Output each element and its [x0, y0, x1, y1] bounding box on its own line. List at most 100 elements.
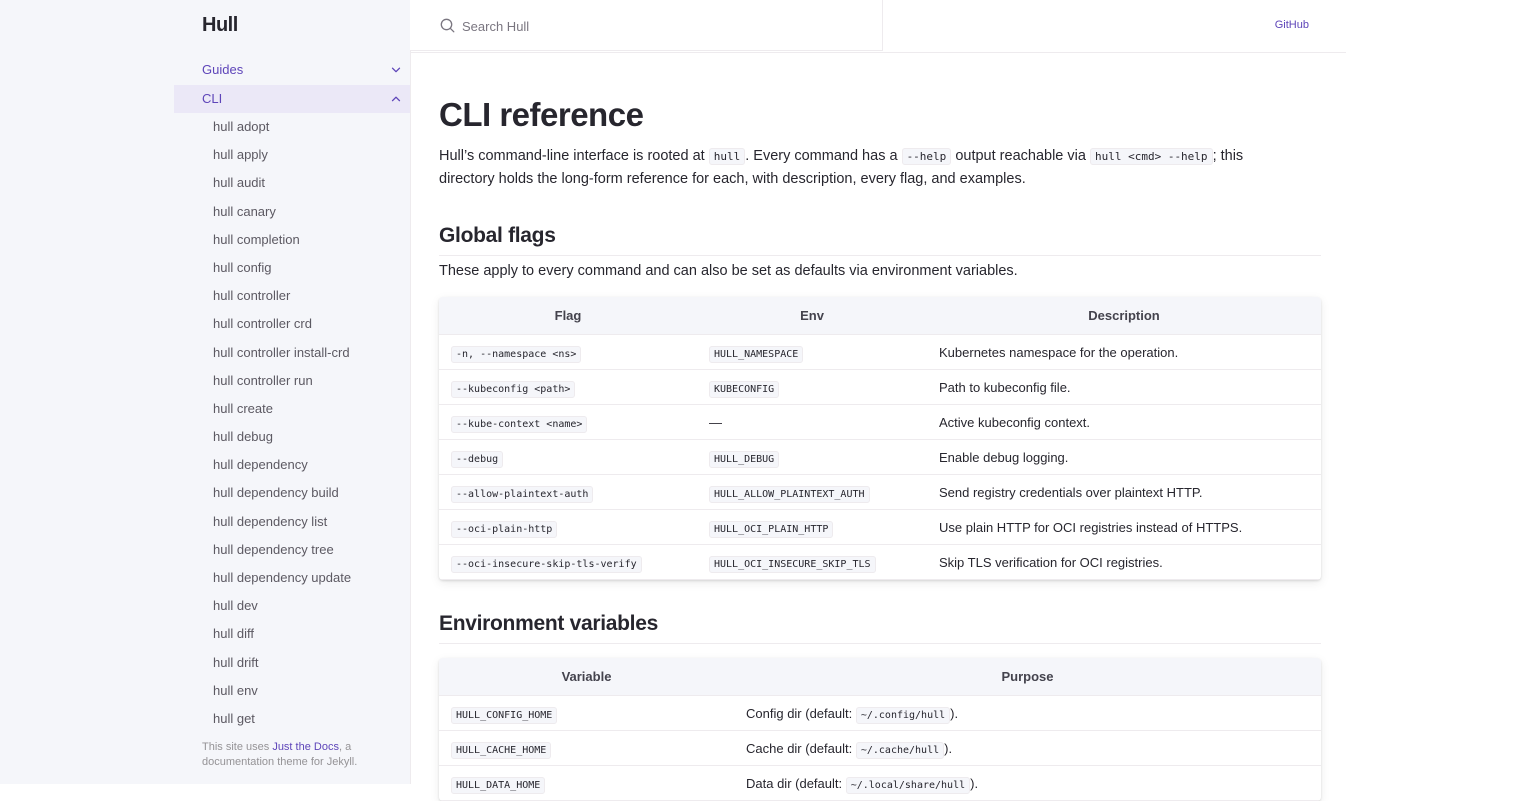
flag-cell: --debug [439, 439, 697, 475]
just-the-docs-link[interactable]: Just the Docs [272, 741, 339, 753]
sidebar-item-hull-apply[interactable]: hull apply [174, 141, 410, 169]
sidebar-item-hull-drift[interactable]: hull drift [174, 649, 410, 677]
sidebar-item-hull-dev[interactable]: hull dev [174, 592, 410, 620]
page-title: CLI reference [439, 96, 644, 133]
search-bar[interactable] [410, 0, 883, 51]
inline-code: --help [901, 148, 952, 165]
sidebar-footer: This site uses Just the Docs, a document… [202, 740, 392, 770]
env-code: KUBECONFIG [709, 380, 780, 398]
env-cell: KUBECONFIG [697, 369, 927, 405]
env-cell: HULL_OCI_INSECURE_SKIP_TLS [697, 544, 927, 580]
table-row: HULL_CACHE_HOME Cache dir (default: ~/.ca… [439, 730, 1321, 766]
sidebar: Hull Guides CLI hull adopt hull apply hu… [174, 0, 411, 784]
variable-cell: HULL_CACHE_HOME [439, 730, 734, 766]
column-header-purpose: Purpose [734, 658, 1321, 696]
environment-variables-table: Variable Purpose HULL_CONFIG_HOME Config … [439, 658, 1321, 801]
sidebar-item-hull-controller[interactable]: hull controller [174, 282, 410, 310]
description-cell: Kubernetes namespace for the operation. [927, 334, 1321, 370]
github-link[interactable]: GitHub [1275, 19, 1309, 31]
intro-paragraph: Hull’s command-line interface is rooted … [439, 148, 1244, 187]
table-row: --debug HULL_DEBUG Enable debug logging. [439, 439, 1321, 475]
env-code: HULL_NAMESPACE [709, 345, 804, 363]
flag-code: --oci-plain-http [451, 520, 558, 538]
flag-code: --debug [451, 450, 504, 468]
sidebar-item-label: CLI [202, 91, 223, 106]
env-code: HULL_OCI_PLAIN_HTTP [709, 520, 834, 538]
flag-code: --kubeconfig <path> [451, 380, 576, 398]
variable-code: HULL_CONFIG_HOME [451, 706, 558, 724]
purpose-cell: Cache dir (default: ~/.cache/hull). [734, 730, 1321, 766]
sidebar-item-label: Guides [202, 62, 244, 77]
cli-subnav: hull adopt hull apply hull audit hull ca… [174, 113, 410, 733]
sidebar-item-hull-dependency-update[interactable]: hull dependency update [174, 564, 410, 592]
sidebar-item-hull-adopt[interactable]: hull adopt [174, 113, 410, 141]
sidebar-item-hull-env[interactable]: hull env [174, 677, 410, 705]
flag-code: -n, --namespace <ns> [451, 345, 582, 363]
env-cell: — [697, 404, 927, 440]
sidebar-item-hull-get[interactable]: hull get [174, 705, 410, 733]
default-path-code: ~/.config/hull [855, 706, 951, 724]
flag-code: --allow-plaintext-auth [451, 485, 594, 503]
sidebar-item-hull-debug[interactable]: hull debug [174, 423, 410, 451]
description-cell: Use plain HTTP for OCI registries instea… [927, 509, 1321, 545]
env-code: HULL_OCI_INSECURE_SKIP_TLS [709, 555, 876, 573]
sidebar-item-hull-audit[interactable]: hull audit [174, 169, 410, 197]
description-cell: Send registry credentials over plaintext… [927, 474, 1321, 510]
table-row: HULL_CONFIG_HOME Config dir (default: ~/.… [439, 695, 1321, 731]
sidebar-item-hull-dependency-list[interactable]: hull dependency list [174, 508, 410, 536]
sidebar-item-hull-dependency[interactable]: hull dependency [174, 451, 410, 479]
table-header-row: Variable Purpose [439, 658, 1321, 696]
env-code: HULL_ALLOW_PLAINTEXT_AUTH [709, 485, 870, 503]
sidebar-item-hull-canary[interactable]: hull canary [174, 198, 410, 226]
purpose-cell: Config dir (default: ~/.config/hull). [734, 695, 1321, 731]
variable-cell: HULL_DATA_HOME [439, 765, 734, 801]
purpose-text: Config dir (default: [746, 705, 856, 721]
column-header-env: Env [697, 297, 927, 335]
flag-cell: -n, --namespace <ns> [439, 334, 697, 370]
flag-cell: --allow-plaintext-auth [439, 474, 697, 510]
purpose-cell: Data dir (default: ~/.local/share/hull). [734, 765, 1321, 801]
footer-prefix: This site uses [202, 741, 273, 753]
chevron-down-icon[interactable] [390, 56, 402, 84]
column-header-description: Description [927, 297, 1321, 335]
default-path-code: ~/.local/share/hull [845, 776, 971, 794]
flag-cell: --oci-insecure-skip-tls-verify [439, 544, 697, 580]
top-header: GitHub [410, 0, 1346, 53]
sidebar-item-hull-config[interactable]: hull config [174, 254, 410, 282]
sidebar-item-hull-dependency-build[interactable]: hull dependency build [174, 479, 410, 507]
env-code: HULL_DEBUG [709, 450, 780, 468]
purpose-text: ). [944, 740, 953, 756]
sidebar-item-hull-controller-install-crd[interactable]: hull controller install-crd [174, 339, 410, 367]
flag-code: --kube-context <name> [451, 415, 588, 433]
flag-code: --oci-insecure-skip-tls-verify [451, 555, 642, 573]
env-cell: HULL_ALLOW_PLAINTEXT_AUTH [697, 474, 927, 510]
description-cell: Enable debug logging. [927, 439, 1321, 475]
search-input[interactable] [460, 14, 864, 38]
variable-code: HULL_DATA_HOME [451, 776, 546, 794]
sidebar-item-guides[interactable]: Guides [174, 56, 410, 84]
table-row: HULL_DATA_HOME Data dir (default: ~/.loca… [439, 765, 1321, 801]
inline-code: hull <cmd> --help [1089, 148, 1213, 165]
sidebar-item-hull-controller-run[interactable]: hull controller run [174, 367, 410, 395]
sidebar-item-hull-controller-crd[interactable]: hull controller crd [174, 310, 410, 338]
sidebar-item-hull-completion[interactable]: hull completion [174, 226, 410, 254]
column-header-variable: Variable [439, 658, 734, 696]
sidebar-item-hull-create[interactable]: hull create [174, 395, 410, 423]
purpose-text: ). [970, 775, 979, 791]
sidebar-item-cli[interactable]: CLI [174, 85, 410, 113]
site-title[interactable]: Hull [202, 14, 238, 37]
table-row: -n, --namespace <ns> HULL_NAMESPACE Kubern… [439, 334, 1321, 370]
sidebar-item-hull-dependency-tree[interactable]: hull dependency tree [174, 536, 410, 564]
chevron-up-icon[interactable] [390, 85, 402, 113]
global-flags-lead: These apply to every command and can als… [439, 263, 1018, 279]
table-row: --kubeconfig <path> KUBECONFIG Path to kub… [439, 369, 1321, 405]
env-cell: HULL_DEBUG [697, 439, 927, 475]
sidebar-item-hull-diff[interactable]: hull diff [174, 620, 410, 648]
inline-code: hull [708, 148, 746, 165]
default-path-code: ~/.cache/hull [855, 741, 945, 759]
env-cell: HULL_NAMESPACE [697, 334, 927, 370]
purpose-text: Data dir (default: [746, 775, 846, 791]
column-header-flag: Flag [439, 297, 697, 335]
section-heading-environment-variables: Environment variables [439, 612, 1321, 644]
env-cell: HULL_OCI_PLAIN_HTTP [697, 509, 927, 545]
